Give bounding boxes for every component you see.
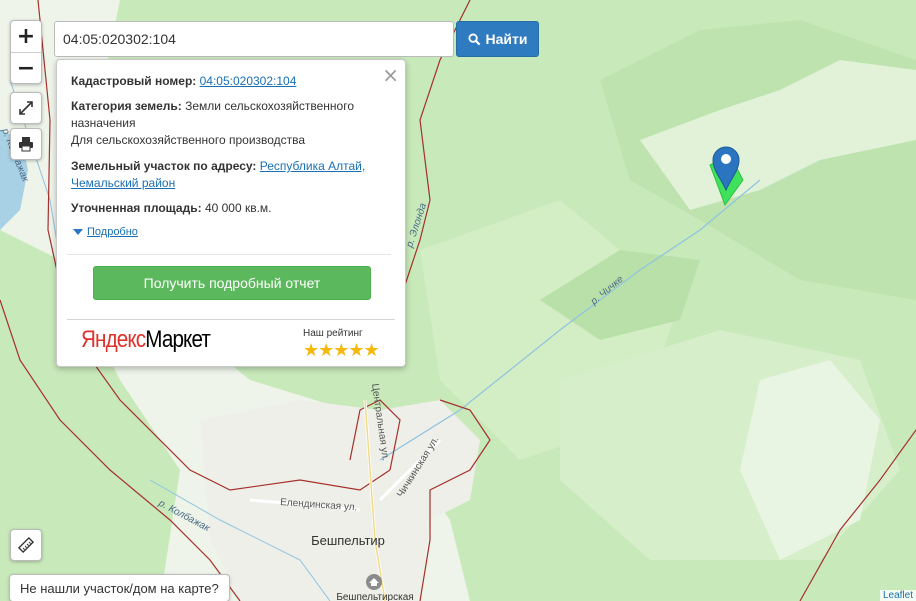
- details-link-label: Подробно: [87, 226, 138, 238]
- search-button-label: Найти: [485, 31, 528, 47]
- attribution-link[interactable]: Leaflet: [879, 590, 916, 601]
- zoom-in-button[interactable]: +: [11, 21, 41, 52]
- parcel-info-popup: × Кадастровый номер: 04:05:020302:104 Ка…: [56, 59, 406, 367]
- area-label: Уточненная площадь:: [71, 201, 202, 215]
- fullscreen-button[interactable]: [10, 92, 42, 124]
- not-found-button[interactable]: Не нашли участок/дом на карте?: [9, 574, 230, 601]
- triangle-down-icon: [73, 229, 83, 235]
- rating-stars-icon: ★★★★★: [303, 340, 380, 361]
- poi-label: Бешпельтирская: [336, 592, 413, 601]
- village-label: Бешпельтир: [311, 533, 385, 548]
- cadastral-number-link[interactable]: 04:05:020302:104: [200, 74, 297, 88]
- yandex-market-logo[interactable]: ЯндексМаркет: [81, 326, 211, 354]
- ruler-icon: [17, 536, 35, 554]
- expand-icon: [19, 101, 33, 115]
- printer-icon: [19, 137, 33, 152]
- land-category-label: Категория земель:: [71, 99, 182, 113]
- search-icon: [467, 32, 480, 45]
- area-value: 40 000 кв.м.: [204, 201, 272, 215]
- search-button[interactable]: Найти: [456, 21, 539, 57]
- divider: [67, 254, 391, 255]
- zoom-control: + −: [10, 20, 42, 84]
- print-button[interactable]: [10, 128, 42, 160]
- details-link[interactable]: Подробно: [73, 226, 138, 238]
- land-usage-value: Для сельскохозяйственного производства: [71, 133, 306, 147]
- zoom-out-button[interactable]: −: [11, 52, 41, 83]
- get-report-button[interactable]: Получить подробный отчет: [93, 266, 371, 300]
- search-input[interactable]: [54, 21, 454, 57]
- rating-label: Наш рейтинг: [303, 328, 363, 339]
- ruler-button[interactable]: [10, 529, 42, 561]
- cadastral-number-label: Кадастровый номер:: [71, 74, 197, 88]
- address-label: Земельный участок по адресу:: [71, 159, 257, 173]
- divider: [67, 319, 395, 320]
